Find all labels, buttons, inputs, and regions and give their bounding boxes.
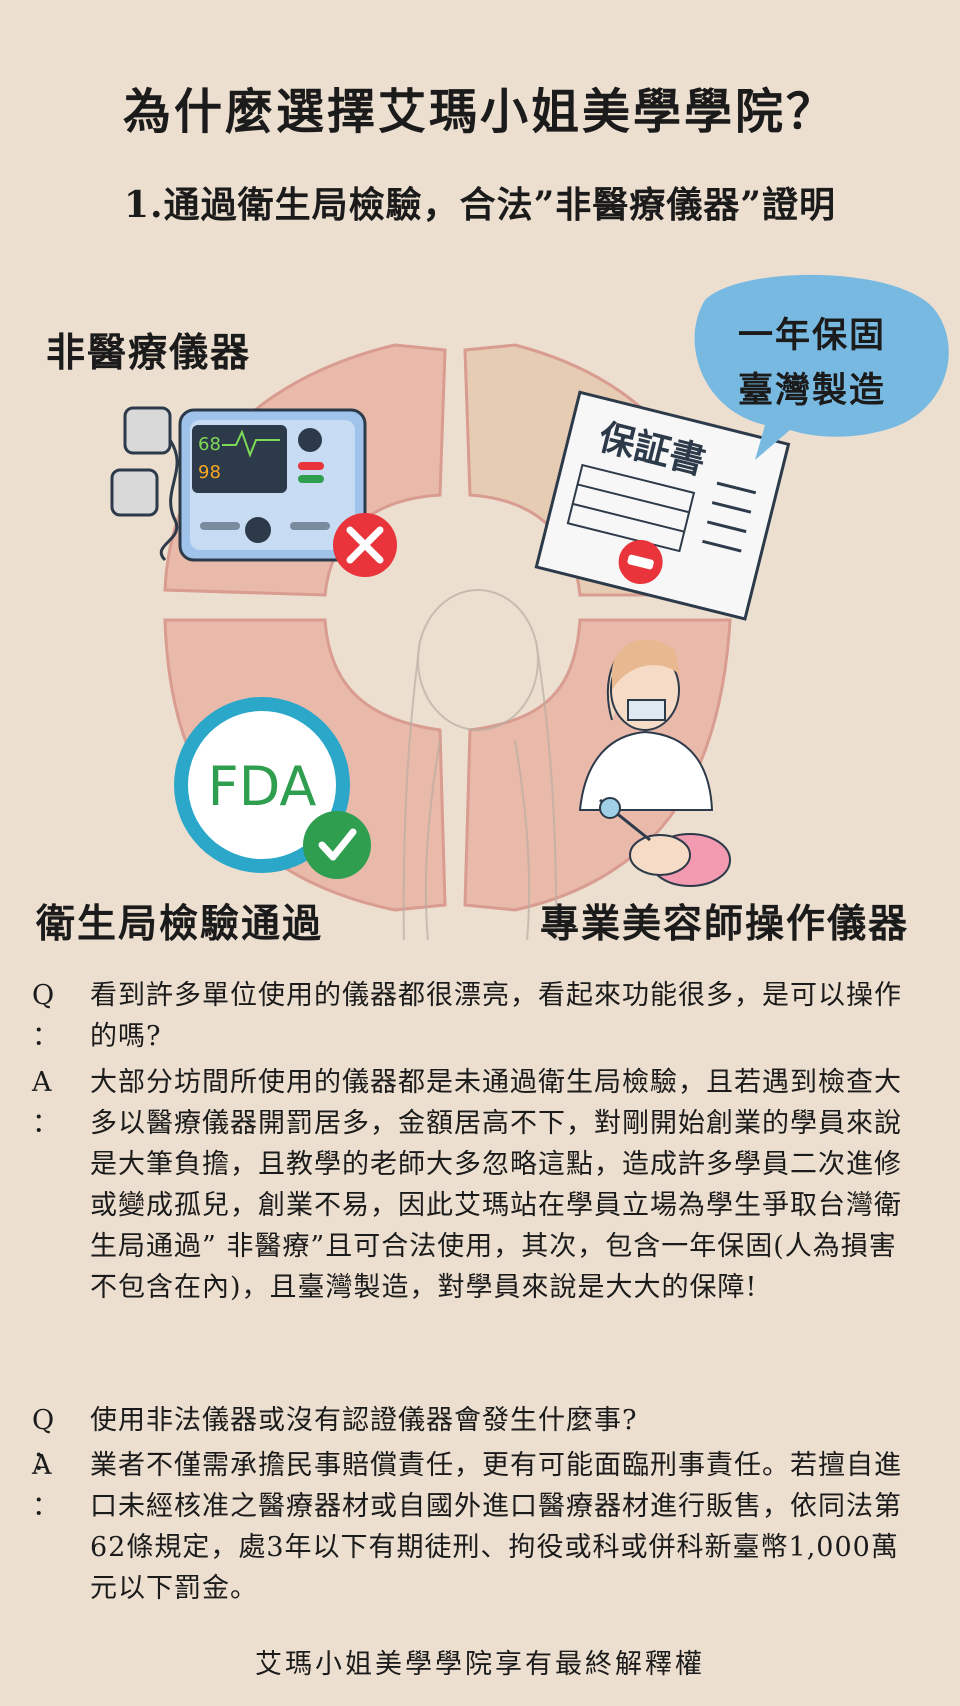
answer-1-text: 大部分坊間所使用的儀器都是未通過衛生局檢驗，且若遇到檢查大多以醫療儀器開罰居多，… xyxy=(90,1067,902,1303)
page-title: 為什麼選擇艾瑪小姐美學學院？ xyxy=(122,84,837,140)
green-check-icon xyxy=(303,811,371,879)
monitor-value-2: 98 xyxy=(198,462,221,483)
warranty-certificate-icon: 保証書 xyxy=(534,390,791,621)
bubble-warranty: 一年保固 xyxy=(737,315,886,356)
bubble-made-in-taiwan: 臺灣製造 xyxy=(737,370,886,411)
faq-a1: A ： 大部分坊間所使用的儀器都是未通過衛生局檢驗，且若遇到檢查大多以醫療儀器開… xyxy=(32,1062,912,1308)
label-health-bureau-passed: 衛生局檢驗通過 xyxy=(36,901,324,947)
faq-q1: Q ： 看到許多單位使用的儀器都很漂亮，看起來功能很多，是可以操作的嗎? xyxy=(32,975,912,1057)
page-subtitle: 1.通過衛生局檢驗，合法”非醫療儀器”證明 xyxy=(124,184,836,226)
question-1-text: 看到許多單位使用的儀器都很漂亮，看起來功能很多，是可以操作的嗎? xyxy=(90,980,902,1052)
faq-a2: A ： 業者不僅需承擔民事賠償責任，更有可能面臨刑事責任。若擅自進口未經核准之醫… xyxy=(32,1445,912,1609)
label-non-medical-device: 非醫療儀器 xyxy=(46,330,252,376)
q-prefix: Q ： xyxy=(32,980,60,1052)
footer-disclaimer: 艾瑪小姐美學學院享有最終解釋權 xyxy=(255,1649,705,1680)
a-prefix: A ： xyxy=(32,1067,60,1139)
a-prefix: A ： xyxy=(32,1450,60,1522)
faq-q2: Q ： 使用非法儀器或沒有認證儀器會發生什麼事? xyxy=(32,1400,912,1477)
label-professional-operator: 專業美容師操作儀器 xyxy=(540,901,910,947)
monitor-value-1: 68 xyxy=(198,434,221,455)
red-x-icon xyxy=(333,513,397,577)
infographic-page: 為什麼選擇艾瑪小姐美學學院？ 1.通過衛生局檢驗，合法”非醫療儀器”證明 68 … xyxy=(0,0,960,1706)
question-2-text: 使用非法儀器或沒有認證儀器會發生什麼事? xyxy=(90,1405,638,1436)
medical-device-icon: 68 98 xyxy=(110,406,367,562)
fda-text: FDA xyxy=(208,755,317,818)
answer-2-text: 業者不僅需承擔民事賠償責任，更有可能面臨刑事責任。若擅自進口未經核准之醫療器材或… xyxy=(90,1450,902,1604)
